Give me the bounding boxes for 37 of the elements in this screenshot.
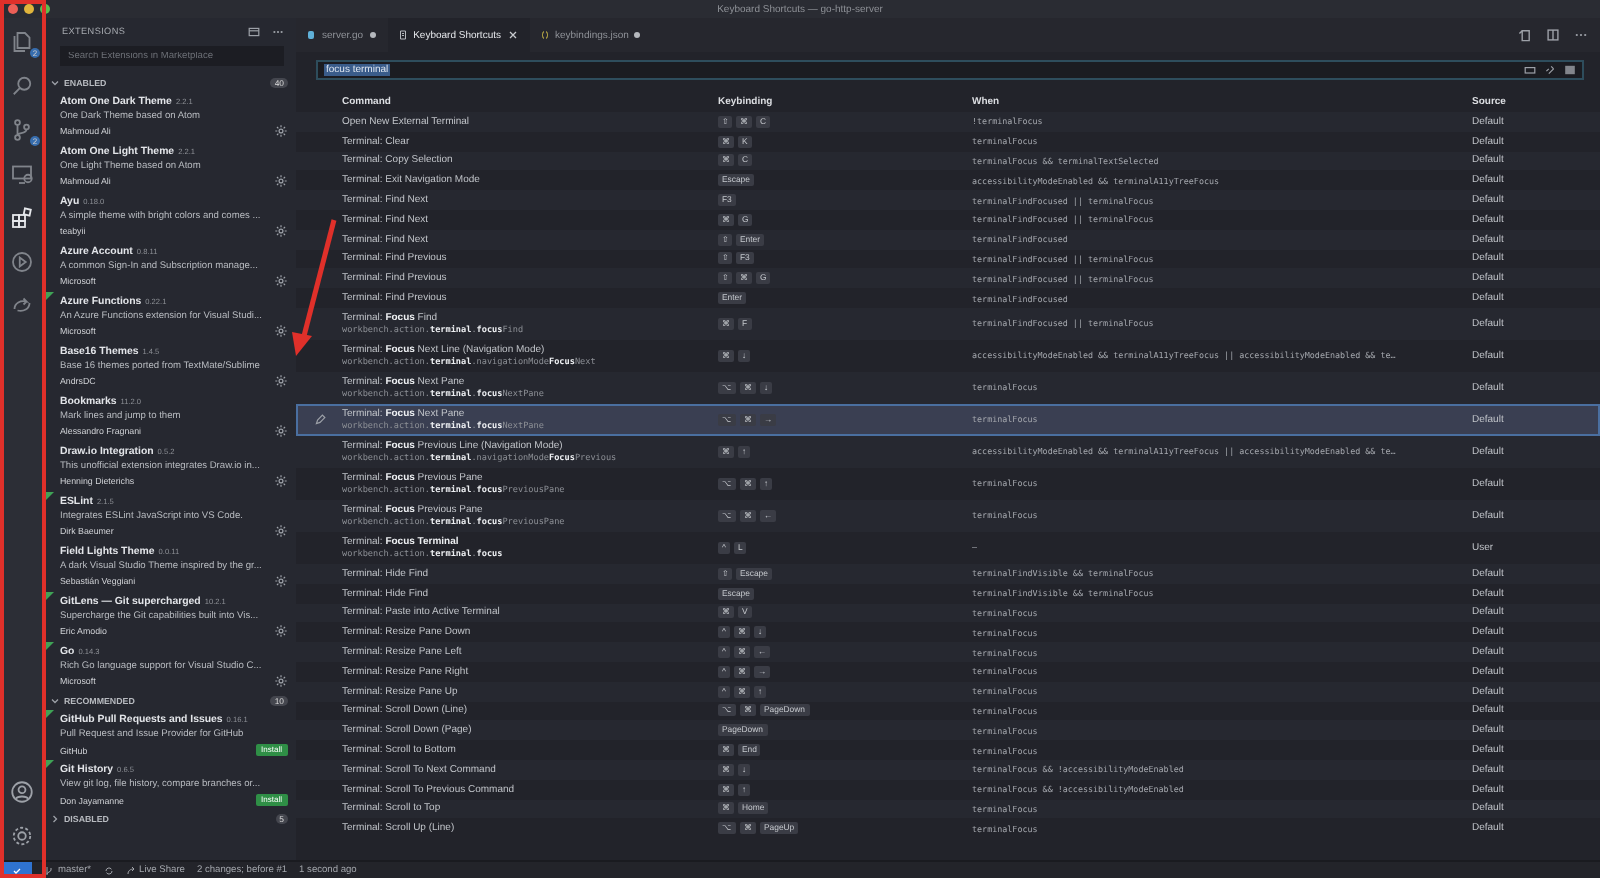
gear-icon[interactable]	[274, 624, 288, 638]
braces-icon	[539, 30, 549, 40]
monitor-icon[interactable]	[10, 162, 34, 186]
document-icon	[397, 30, 408, 40]
sync-icon[interactable]	[103, 865, 114, 875]
open-file-icon[interactable]	[1518, 28, 1532, 42]
search-icon[interactable]	[10, 74, 34, 98]
gear-icon[interactable]	[274, 574, 288, 588]
close-icon[interactable]	[507, 30, 517, 40]
extensions-icon[interactable]	[10, 206, 34, 230]
edit-icon[interactable]	[313, 413, 325, 426]
gear-icon[interactable]	[274, 124, 288, 138]
split-editor-icon[interactable]	[1546, 28, 1560, 42]
debug-icon[interactable]	[10, 250, 34, 274]
gear-icon[interactable]	[274, 524, 288, 538]
filter-icon[interactable]	[248, 25, 260, 37]
gear-icon[interactable]	[274, 424, 288, 438]
branch-icon[interactable]	[10, 118, 34, 142]
file-icon	[306, 30, 316, 40]
gear-icon[interactable]	[274, 274, 288, 288]
minimize-window-button[interactable]	[24, 4, 34, 14]
gear-icon[interactable]	[274, 224, 288, 238]
share-icon	[125, 865, 136, 875]
annotation-arrow	[292, 219, 337, 356]
gear-icon[interactable]	[274, 474, 288, 488]
account-icon[interactable]	[10, 780, 34, 804]
branch-icon	[44, 865, 54, 875]
zoom-window-button[interactable]	[40, 4, 50, 14]
gear-icon[interactable]	[274, 324, 288, 338]
close-window-button[interactable]	[8, 4, 18, 14]
share-icon[interactable]	[10, 294, 34, 318]
gear-icon[interactable]	[274, 374, 288, 388]
files-icon[interactable]	[10, 30, 34, 54]
gear-icon[interactable]	[274, 674, 288, 688]
keyboard-icon[interactable]	[1524, 64, 1536, 76]
settings-icon[interactable]	[10, 824, 34, 848]
gear-icon[interactable]	[274, 174, 288, 188]
